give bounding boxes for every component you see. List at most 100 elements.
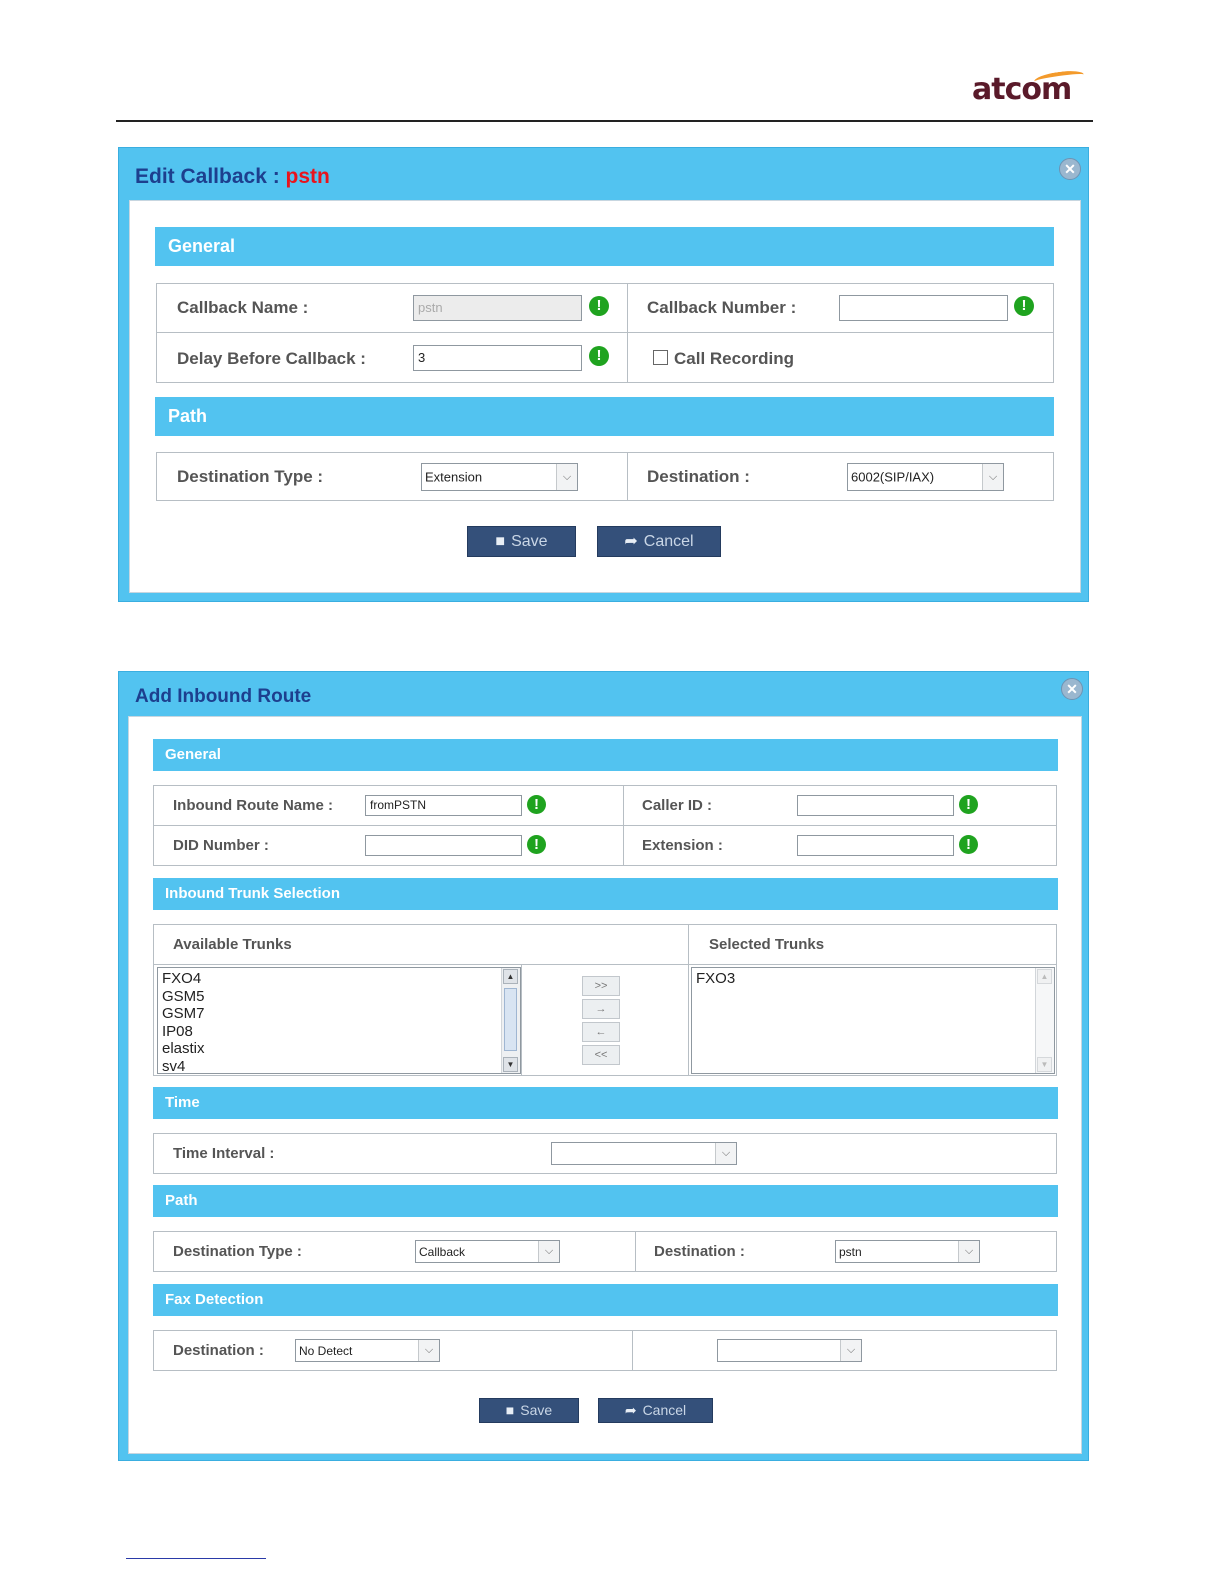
cancel-button[interactable]: ➦ Cancel — [597, 526, 721, 557]
destination-select[interactable]: pstn ⌵ — [835, 1240, 980, 1263]
remove-one-button[interactable]: ← — [582, 1022, 620, 1042]
section-fax-detection-label: Fax Detection — [165, 1291, 264, 1308]
chevron-down-icon: ⌵ — [982, 464, 1003, 490]
exclamation-icon: ! — [527, 795, 546, 814]
list-item[interactable]: elastix — [158, 1040, 520, 1058]
section-trunk-selection-label: Inbound Trunk Selection — [165, 885, 341, 902]
list-item[interactable]: sv4 — [158, 1058, 520, 1074]
grid-divider — [157, 332, 1053, 333]
delay-field[interactable]: 3 — [413, 345, 582, 371]
fax-destination-select[interactable]: No Detect ⌵ — [295, 1339, 440, 1362]
available-trunks-label: Available Trunks — [173, 936, 292, 953]
destination-type-select[interactable]: Extension ⌵ — [421, 463, 578, 491]
fax-destination-value: No Detect — [299, 1343, 353, 1358]
save-button-label: Save — [511, 533, 548, 550]
section-path: Path — [153, 1185, 1058, 1217]
close-icon[interactable]: ✕ — [1059, 158, 1081, 180]
scroll-up-icon[interactable]: ▲ — [503, 969, 518, 984]
save-button[interactable]: ■ Save — [479, 1398, 579, 1423]
caller-id-label: Caller ID : — [642, 797, 713, 814]
fax-extension-select[interactable]: ⌵ — [717, 1339, 862, 1362]
list-item[interactable]: GSM7 — [158, 1005, 520, 1023]
dialog-title-text: Edit Callback : — [135, 165, 286, 188]
destination-value: pstn — [839, 1244, 862, 1259]
call-recording-label: Call Recording — [674, 349, 794, 368]
general-grid: Inbound Route Name : fromPSTN ! Caller I… — [153, 785, 1057, 866]
time-interval-select[interactable]: ⌵ — [551, 1142, 737, 1165]
remove-all-button[interactable]: << — [582, 1045, 620, 1065]
section-time: Time — [153, 1087, 1058, 1119]
chevron-down-icon: ⌵ — [958, 1241, 979, 1262]
callback-number-field[interactable] — [839, 295, 1008, 321]
callback-number-label: Callback Number : — [647, 298, 797, 317]
scroll-down-icon[interactable]: ▼ — [503, 1057, 518, 1072]
destination-type-label: Destination Type : — [177, 467, 324, 486]
grid-divider — [688, 925, 689, 1075]
caller-id-field[interactable] — [797, 795, 954, 816]
destination-label: Destination : — [647, 467, 750, 486]
cancel-button-label: Cancel — [643, 533, 694, 550]
destination-select[interactable]: 6002(SIP/IAX) ⌵ — [847, 463, 1004, 491]
list-item[interactable]: FXO3 — [692, 970, 1054, 988]
grid-divider — [154, 964, 1056, 965]
destination-type-label: Destination Type : — [173, 1243, 302, 1260]
destination-value: 6002(SIP/IAX) — [851, 469, 935, 485]
exclamation-icon: ! — [959, 835, 978, 854]
close-icon[interactable]: ✕ — [1061, 678, 1083, 700]
footer-link-line — [126, 1558, 266, 1559]
grid-divider — [635, 1232, 636, 1271]
add-all-button[interactable]: >> — [582, 976, 620, 996]
delay-label: Delay Before Callback : — [177, 349, 366, 368]
destination-type-select[interactable]: Callback ⌵ — [415, 1240, 560, 1263]
fax-destination-label: Destination : — [173, 1342, 264, 1359]
exclamation-icon: ! — [589, 346, 609, 366]
scroll-thumb[interactable] — [504, 988, 517, 1051]
section-trunk-selection: Inbound Trunk Selection — [153, 878, 1058, 910]
list-item[interactable]: IP08 — [158, 1023, 520, 1041]
scrollbar[interactable]: ▲ ▼ — [1035, 968, 1054, 1073]
grid-divider — [154, 825, 1056, 826]
add-one-button[interactable]: → — [582, 999, 620, 1019]
scroll-up-icon[interactable]: ▲ — [1037, 969, 1052, 984]
chevron-down-icon: ⌵ — [840, 1340, 861, 1361]
arrow-icon: ➦ — [624, 533, 638, 550]
call-recording-checkbox[interactable] — [653, 350, 668, 365]
section-path-label: Path — [165, 1192, 198, 1209]
exclamation-icon: ! — [589, 296, 609, 316]
save-button[interactable]: ■ Save — [467, 526, 576, 557]
grid-divider — [521, 965, 522, 1075]
trunk-grid: Available Trunks Selected Trunks FXO4 GSM… — [153, 924, 1057, 1076]
floppy-icon: ■ — [495, 533, 506, 550]
cancel-button[interactable]: ➦ Cancel — [598, 1398, 713, 1423]
section-time-label: Time — [165, 1094, 200, 1111]
scrollbar[interactable]: ▲ ▼ — [501, 968, 520, 1073]
destination-label: Destination : — [654, 1243, 745, 1260]
destination-type-value: Extension — [425, 469, 483, 485]
callback-name-field: pstn — [413, 295, 582, 321]
available-trunks-list[interactable]: FXO4 GSM5 GSM7 IP08 elastix sv4 ▲ ▼ — [157, 967, 521, 1074]
selected-trunks-label: Selected Trunks — [709, 936, 825, 953]
exclamation-icon: ! — [527, 835, 546, 854]
general-grid: Callback Name : pstn ! Callback Number :… — [156, 283, 1054, 383]
extension-field[interactable] — [797, 835, 954, 856]
atcom-logo: atcom — [972, 68, 1085, 110]
list-item[interactable]: GSM5 — [158, 988, 520, 1006]
dialog-title-name: pstn — [285, 165, 330, 188]
did-number-label: DID Number : — [173, 837, 269, 854]
save-button-label: Save — [520, 1402, 553, 1418]
section-general: General — [155, 227, 1054, 266]
section-general-label: General — [165, 746, 221, 763]
section-fax-detection: Fax Detection — [153, 1284, 1058, 1316]
chevron-down-icon: ⌵ — [418, 1340, 439, 1361]
chevron-down-icon: ⌵ — [538, 1241, 559, 1262]
dialog-title: Add Inbound Route — [135, 686, 312, 707]
add-inbound-route-dialog: Add Inbound Route ✕ General Inbound Rout… — [118, 671, 1089, 1461]
did-number-field[interactable] — [365, 835, 522, 856]
path-grid: Destination Type : Callback ⌵ Destinatio… — [153, 1231, 1057, 1272]
grid-divider — [627, 453, 628, 500]
scroll-down-icon[interactable]: ▼ — [1037, 1057, 1052, 1072]
selected-trunks-list[interactable]: FXO3 ▲ ▼ — [691, 967, 1055, 1074]
extension-label: Extension : — [642, 837, 723, 854]
route-name-field[interactable]: fromPSTN — [365, 795, 522, 816]
list-item[interactable]: FXO4 — [158, 970, 520, 988]
